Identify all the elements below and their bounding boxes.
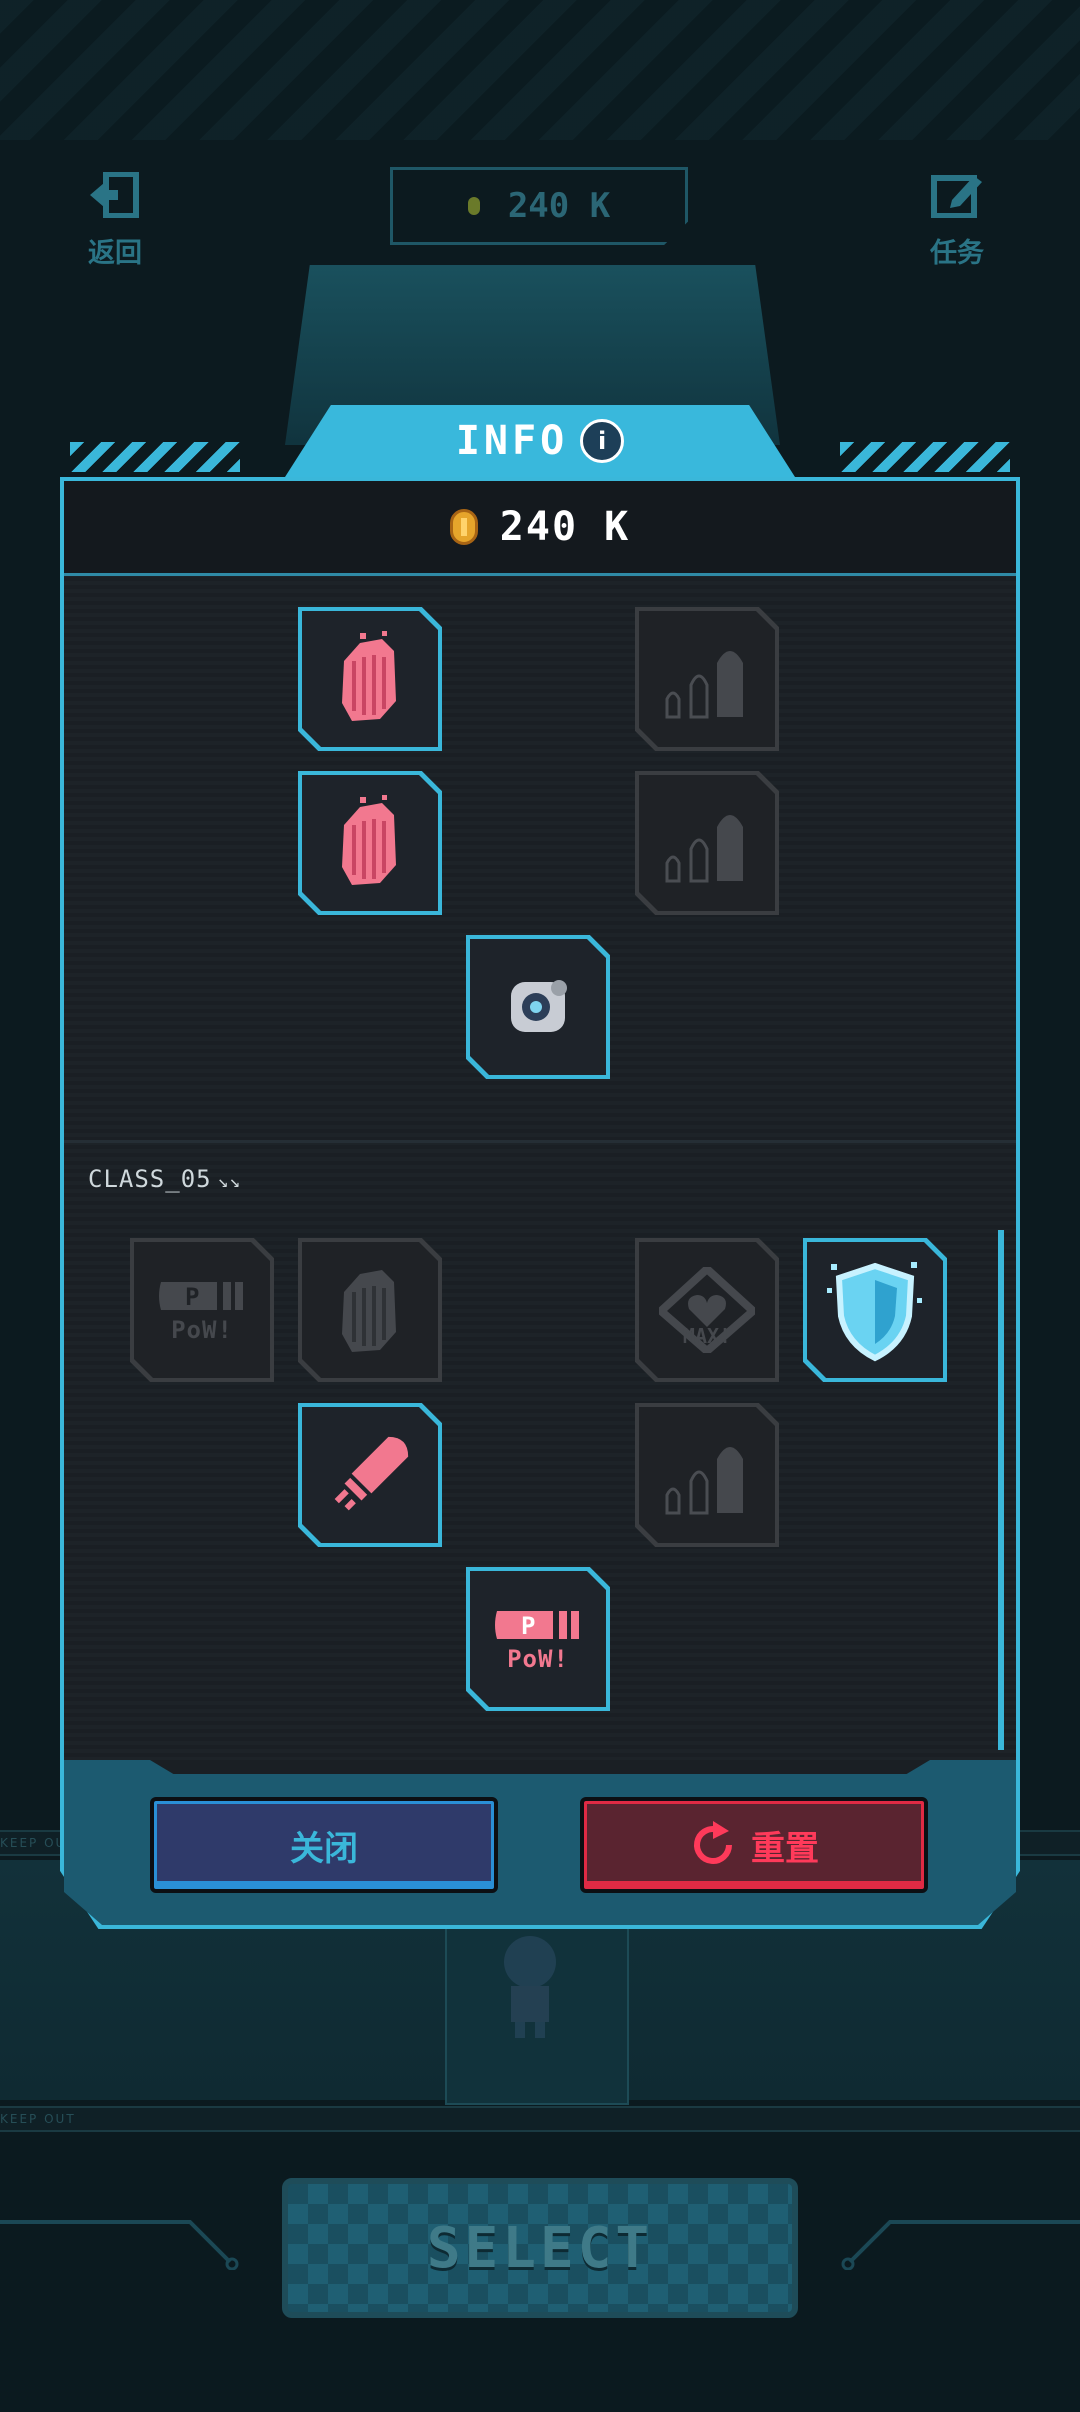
- character-sprite[interactable]: [485, 1930, 575, 2040]
- info-icon[interactable]: i: [580, 419, 625, 463]
- double-chevron-icon: ↘↘: [217, 1171, 242, 1192]
- skill-tile-claw-1[interactable]: [298, 607, 442, 751]
- bullets-icon: [665, 651, 743, 719]
- reset-label: 重置: [751, 1828, 819, 1869]
- coin-icon: [467, 197, 480, 215]
- scrollbar[interactable]: [998, 1230, 1004, 1750]
- task-edit-icon: [931, 175, 982, 219]
- back-label: 返回: [88, 238, 142, 269]
- bullets-icon: [665, 1447, 743, 1515]
- heart-max-icon: MAX!: [659, 1267, 755, 1353]
- refresh-icon: [694, 1821, 732, 1864]
- eye-orb-icon: [511, 980, 567, 1032]
- top-hazard-stripes: [0, 0, 1080, 140]
- top-coin-counter: 240 K: [390, 167, 688, 245]
- exit-icon: [90, 171, 139, 219]
- top-coin-value: 240 K: [507, 186, 611, 226]
- close-label: 关闭: [290, 1828, 358, 1869]
- class-section-label: CLASS_05 ↘↘: [88, 1165, 242, 1193]
- pow-bullet-icon: P PoW!: [157, 1276, 247, 1344]
- skill-tile-bullets-1[interactable]: [635, 607, 779, 751]
- coin-icon: [449, 509, 478, 545]
- select-label: SELECT: [426, 2215, 654, 2281]
- svg-text:P: P: [185, 1283, 199, 1311]
- circuit-left-decoration: [0, 2220, 239, 2270]
- warning-tape-lower: KEEP OUT: [0, 2106, 1080, 2132]
- skill-tile-pink-bullet[interactable]: [298, 1403, 442, 1547]
- dialog-title: INFO: [455, 418, 569, 464]
- circuit-right-decoration: [841, 2220, 1080, 2270]
- svg-text:MAX!: MAX!: [683, 1324, 731, 1348]
- skill-tile-shield[interactable]: [803, 1238, 947, 1382]
- tasks-button[interactable]: 任务: [930, 172, 984, 270]
- pink-claw-icon: [342, 631, 396, 721]
- pow-bullet-icon: P PoW!: [493, 1605, 583, 1673]
- select-button[interactable]: SELECT: [282, 2178, 798, 2318]
- close-button[interactable]: 关闭: [150, 1797, 498, 1893]
- dialog-coin-value: 240 K: [499, 504, 631, 550]
- skill-tile-bullets-2[interactable]: [635, 771, 779, 915]
- section-divider: [64, 1140, 1016, 1143]
- dialog-coin-counter: 240 K: [64, 481, 1016, 576]
- pink-claw-icon: [342, 795, 396, 885]
- skill-tile-bullets-3[interactable]: [635, 1403, 779, 1547]
- dialog-hazard-right: [840, 442, 1010, 472]
- bullets-icon: [665, 815, 743, 883]
- dialog-header: INFO i: [285, 405, 795, 477]
- skill-tile-heart-max[interactable]: MAX!: [635, 1238, 779, 1382]
- dialog-hazard-left: [70, 442, 240, 472]
- shield-icon: [827, 1262, 922, 1362]
- skill-tile-pow-locked[interactable]: P PoW!: [130, 1238, 274, 1382]
- skill-tile-claw-2[interactable]: [298, 771, 442, 915]
- claw-icon: [342, 1270, 396, 1352]
- skill-tile-eye-orb[interactable]: [466, 935, 610, 1079]
- reset-button[interactable]: 重置: [580, 1797, 928, 1893]
- dialog-footer-edge: [150, 1760, 930, 1774]
- pink-bullet-icon: [334, 1436, 409, 1511]
- skill-tile-claw-locked[interactable]: [298, 1238, 442, 1382]
- back-button[interactable]: 返回: [88, 171, 142, 270]
- tasks-label: 任务: [930, 238, 984, 269]
- svg-text:P: P: [521, 1612, 535, 1640]
- skill-tile-pow-active[interactable]: P PoW!: [466, 1567, 610, 1711]
